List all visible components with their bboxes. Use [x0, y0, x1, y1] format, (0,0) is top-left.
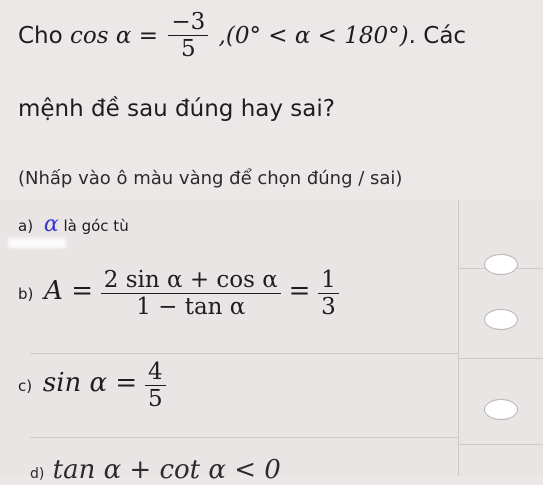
statement-c-lhs: sin α = [42, 367, 138, 398]
row-divider-b-right [458, 358, 543, 359]
question-after: . Các [408, 22, 467, 49]
cos-value-denominator: 5 [180, 36, 196, 63]
statement-d-tag: d) [30, 466, 45, 482]
statement-c-fraction: 4 5 [144, 359, 166, 413]
row-divider-c [30, 437, 458, 438]
cos-value-numerator: −3 [168, 9, 209, 37]
angle-condition: ,(0° < α < 180°) [218, 22, 409, 49]
question-line-2: mệnh đề sau đúng hay sai? [18, 96, 335, 122]
statement-b-tag: b) [18, 284, 34, 303]
statement-a-text: là góc tù [63, 217, 129, 235]
question-intro: Cho [18, 22, 63, 49]
instruction-hint: (Nhấp vào ô màu vàng để chọn đúng / sai) [18, 168, 403, 189]
answer-radio-a[interactable] [484, 254, 518, 275]
glare [8, 238, 66, 248]
answer-radio-c[interactable] [484, 399, 518, 420]
cos-value-fraction: −3 5 [168, 9, 209, 63]
statement-b-denominator: 1 − tan α [136, 294, 246, 321]
statement-b-lhs: A = [44, 275, 93, 306]
alpha-symbol: α [43, 212, 59, 237]
statement-c-denominator: 5 [147, 386, 163, 413]
statement-a-tag: a) [18, 217, 34, 235]
row-divider-c-right [458, 444, 543, 445]
column-divider [458, 200, 459, 476]
statement-b: b) A = 2 sin α + cos α 1 − tan α = 1 3 [18, 267, 342, 321]
statement-d-text: tan α + cot α < 0 [52, 455, 281, 485]
statement-b-result: 1 3 [318, 267, 339, 321]
statement-c-tag: c) [18, 376, 33, 395]
statement-b-numerator: 2 sin α + cos α [100, 267, 281, 295]
answer-radio-b[interactable] [484, 309, 518, 330]
statement-b-result-denominator: 3 [321, 294, 336, 321]
statement-b-result-numerator: 1 [318, 267, 339, 295]
statement-d-partial: d) tan α + cot α < 0 [30, 455, 281, 485]
statement-b-fraction: 2 sin α + cos α 1 − tan α [100, 267, 281, 321]
statement-c-numerator: 4 [144, 359, 166, 387]
statement-a: a) α là góc tù [18, 212, 129, 237]
row-divider-b [30, 353, 458, 354]
cos-alpha-label: cos α = [70, 22, 158, 49]
statement-b-eq: = [288, 275, 311, 306]
answer-panel [0, 200, 543, 476]
statement-c: c) sin α = 4 5 [18, 359, 169, 413]
question-line-1: Cho cos α = −3 5 ,(0° < α < 180°). Các [18, 9, 467, 63]
